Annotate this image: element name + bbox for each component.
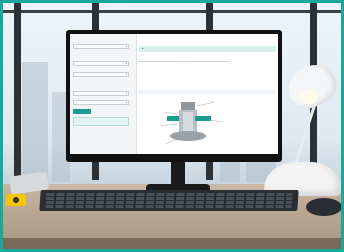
caret-down-icon: ▾ <box>125 73 127 76</box>
drawing-base <box>170 131 206 141</box>
sidebar-select[interactable]: ▾ <box>73 61 129 66</box>
window-mullion <box>14 0 21 180</box>
info-note <box>73 117 129 126</box>
callout-line <box>208 119 224 123</box>
keyboard-key-row <box>46 193 293 196</box>
caret-down-icon: ▾ <box>125 101 127 104</box>
computer-mouse <box>306 198 342 216</box>
caret-down-icon: ▾ <box>125 45 127 48</box>
sidebar-select[interactable]: ▾ <box>73 72 129 77</box>
keyboard <box>39 190 299 211</box>
apply-button[interactable] <box>73 109 91 114</box>
monitor-screen: ▾ ▾ ▾ ▾ ▾ ● <box>70 34 278 154</box>
office-desk-scene: ▾ ▾ ▾ ▾ ▾ ● <box>0 0 344 252</box>
callout-line <box>160 123 178 127</box>
tab-second[interactable] <box>185 55 229 62</box>
configurator-main: ● <box>137 34 278 154</box>
tape-measure-hub <box>13 197 19 203</box>
caret-down-icon: ▾ <box>125 62 127 65</box>
sidebar-select[interactable]: ▾ <box>73 44 129 49</box>
caret-down-icon: ▾ <box>125 92 127 95</box>
callout-line <box>162 111 178 115</box>
info-icon: ● <box>142 47 144 50</box>
drawing-core <box>183 112 193 132</box>
city-building <box>22 62 48 182</box>
monitor-stand <box>171 162 185 186</box>
product-cutaway-drawing <box>160 101 224 145</box>
sidebar-select[interactable]: ▾ <box>73 100 129 105</box>
drawing-pipe-right <box>195 116 211 121</box>
window-frame-rail <box>0 10 344 13</box>
callout-line <box>164 137 182 145</box>
drawing-pipe-left <box>167 116 179 121</box>
tab-first[interactable] <box>139 55 183 62</box>
keyboard-key-row <box>45 201 292 204</box>
callout-line <box>196 101 216 107</box>
desk-edge <box>0 238 344 252</box>
lamp-bulb <box>300 90 318 104</box>
keyboard-key-row <box>45 205 292 208</box>
keyboard-key-row <box>46 197 293 200</box>
monitor: ▾ ▾ ▾ ▾ ▾ ● <box>66 30 282 162</box>
notice-banner: ● <box>139 46 276 52</box>
configurator-sidebar: ▾ ▾ ▾ ▾ ▾ <box>70 34 137 154</box>
drawing-cap <box>181 102 195 110</box>
tape-measure <box>6 194 26 206</box>
desk-lamp-shade <box>281 57 343 115</box>
sidebar-select[interactable]: ▾ <box>73 91 129 96</box>
